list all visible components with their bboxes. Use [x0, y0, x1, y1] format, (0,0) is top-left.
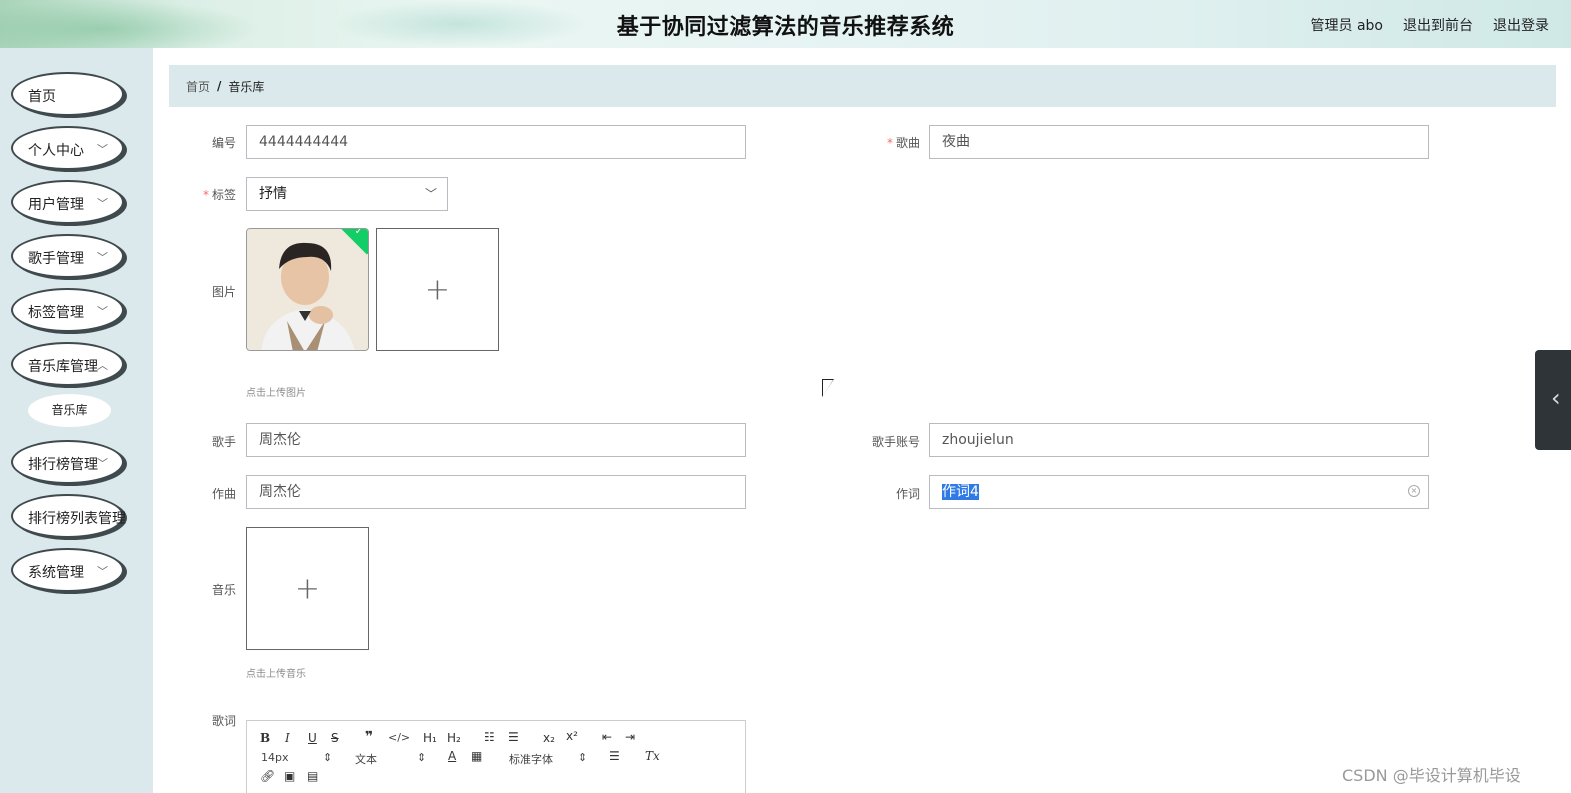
clear-format-icon[interactable]: Tx	[645, 749, 660, 763]
ordered-list-icon[interactable]: ☷	[484, 730, 495, 744]
blockquote-icon[interactable]: ❞	[365, 729, 373, 745]
sidebar-item-label: 歌手管理	[28, 251, 84, 267]
sidebar-item-music-library-management[interactable]: 音乐库管理 ︿	[11, 342, 124, 386]
required-mark: *	[886, 136, 893, 150]
font-family-select[interactable]: 标准字体	[509, 751, 553, 767]
number-label: 编号	[211, 136, 236, 150]
image-icon[interactable]: ▣	[284, 769, 295, 783]
image-upload-hint: 点击上传图片	[246, 388, 306, 399]
song-input[interactable]: 夜曲	[929, 125, 1429, 159]
heading2-icon[interactable]: H₂	[447, 731, 461, 745]
breadcrumb-current: 音乐库	[228, 79, 265, 94]
lyricist-label: 作词	[895, 487, 920, 501]
singer-account-input[interactable]: zhoujielun	[929, 423, 1429, 457]
sidebar-item-label: 音乐库管理	[28, 359, 98, 375]
lyricist-input[interactable]: 作词4 ×	[929, 475, 1429, 509]
subscript-icon[interactable]: x₂	[543, 731, 555, 745]
plus-icon: +	[294, 571, 321, 606]
sidebar-item-label: 用户管理	[28, 197, 84, 213]
song-label: * 歌曲	[886, 136, 920, 150]
exit-to-front-link[interactable]: 退出到前台	[1403, 15, 1473, 35]
sidebar-subitem-music-library[interactable]: 音乐库	[28, 394, 111, 427]
sidebar-item-ranking-list-management[interactable]: 排行榜列表管理	[11, 494, 126, 538]
singer-label: 歌手	[211, 435, 236, 449]
chevron-down-icon: ﹀	[97, 457, 108, 470]
video-icon[interactable]: ▤	[307, 769, 318, 783]
indent-icon[interactable]: ⇥	[625, 730, 635, 744]
chevron-down-icon: ﹀	[97, 305, 108, 318]
plus-icon: +	[424, 272, 451, 307]
breadcrumb-separator: /	[217, 79, 222, 93]
breadcrumb: 首页 / 音乐库	[169, 65, 1556, 107]
link-icon[interactable]: 🔗︎	[260, 769, 275, 783]
heading1-icon[interactable]: H₁	[423, 731, 437, 745]
superscript-icon[interactable]: x²	[566, 729, 578, 743]
tag-select[interactable]: 抒情 ﹀	[246, 177, 448, 211]
sidebar-item-home[interactable]: 首页	[11, 72, 124, 116]
sidebar-item-label: 首页	[28, 89, 56, 105]
outdent-icon[interactable]: ⇤	[602, 730, 612, 744]
singer-input[interactable]: 周杰伦	[246, 423, 746, 457]
music-upload-button[interactable]: +	[246, 527, 369, 650]
side-panel-toggle[interactable]: ‹	[1535, 350, 1571, 450]
bullet-list-icon[interactable]: ☰	[508, 730, 519, 744]
strikethrough-icon[interactable]: S	[331, 731, 339, 745]
admin-user-label: 管理员 abo	[1310, 18, 1383, 34]
required-mark: *	[202, 188, 209, 202]
clear-icon[interactable]: ×	[1408, 485, 1420, 497]
breadcrumb-home[interactable]: 首页	[186, 78, 210, 95]
composer-input[interactable]: 周杰伦	[246, 475, 746, 509]
csdn-watermark: CSDN @毕设计算机毕设	[1342, 766, 1521, 785]
uploaded-image-thumbnail[interactable]: ✓	[246, 228, 369, 351]
composer-label: 作曲	[211, 487, 236, 501]
chevron-down-icon: ﹀	[97, 143, 108, 156]
mouse-cursor	[823, 380, 833, 396]
sidebar-item-label: 个人中心	[28, 143, 84, 159]
bold-icon[interactable]: B	[260, 731, 270, 745]
sidebar-item-label: 系统管理	[28, 565, 84, 581]
chevron-down-icon: ﹀	[97, 251, 108, 264]
tag-select-value: 抒情	[259, 186, 287, 202]
italic-icon[interactable]: I	[285, 731, 290, 745]
logout-link[interactable]: 退出登录	[1493, 15, 1549, 35]
number-input[interactable]: 4444444444	[246, 125, 746, 159]
font-color-icon[interactable]: A	[448, 749, 456, 763]
sidebar-item-label: 标签管理	[28, 305, 84, 321]
updown-icon: ⇕	[578, 751, 588, 764]
lyrics-label: 歌词	[211, 714, 236, 728]
image-upload-button[interactable]: +	[376, 228, 499, 351]
sidebar-item-system-management[interactable]: 系统管理 ﹀	[11, 548, 124, 592]
tag-label: * 标签	[202, 188, 236, 202]
chevron-down-icon: ﹀	[424, 187, 437, 201]
music-upload-hint: 点击上传音乐	[246, 669, 306, 680]
singer-account-label: 歌手账号	[871, 435, 920, 449]
singer-photo	[247, 229, 368, 350]
font-size-select[interactable]: 14px	[261, 751, 289, 764]
chevron-up-icon: ︿	[97, 359, 108, 372]
lyricist-input-value: 作词4	[942, 484, 979, 500]
chevron-down-icon: ﹀	[97, 565, 108, 578]
align-icon[interactable]: ☰	[609, 749, 620, 763]
sidebar-item-ranking-management[interactable]: 排行榜管理 ﹀	[11, 440, 124, 484]
chevron-left-icon: ‹	[1551, 384, 1561, 412]
music-label: 音乐	[211, 583, 236, 597]
underline-icon[interactable]: U	[308, 731, 317, 745]
image-label: 图片	[211, 285, 236, 299]
sidebar-item-personal-center[interactable]: 个人中心 ﹀	[11, 126, 124, 170]
background-color-icon[interactable]: ▦	[471, 749, 482, 763]
top-header: 基于协同过滤算法的音乐推荐系统 管理员 abo 退出到前台 退出登录	[0, 0, 1571, 48]
chevron-down-icon: ﹀	[97, 197, 108, 210]
sidebar-item-singer-management[interactable]: 歌手管理 ﹀	[11, 234, 124, 278]
sidebar-item-user-management[interactable]: 用户管理 ﹀	[11, 180, 124, 224]
updown-icon: ⇕	[417, 751, 427, 764]
check-icon: ✓	[354, 228, 364, 238]
updown-icon: ⇕	[323, 751, 333, 764]
sidebar-item-tag-management[interactable]: 标签管理 ﹀	[11, 288, 124, 332]
header-links: 管理员 abo 退出到前台 退出登录	[1311, 15, 1549, 35]
lyrics-rich-text-editor[interactable]: B I U S ❞ </> H₁ H₂ ☷ ☰ x₂ x² ⇤ ⇥ 14px ⇕…	[246, 720, 746, 793]
sidebar-item-label: 排行榜列表管理	[28, 511, 126, 527]
sidebar-item-label: 排行榜管理	[28, 457, 98, 473]
text-type-select[interactable]: 文本	[355, 751, 377, 767]
code-block-icon[interactable]: </>	[388, 731, 410, 744]
